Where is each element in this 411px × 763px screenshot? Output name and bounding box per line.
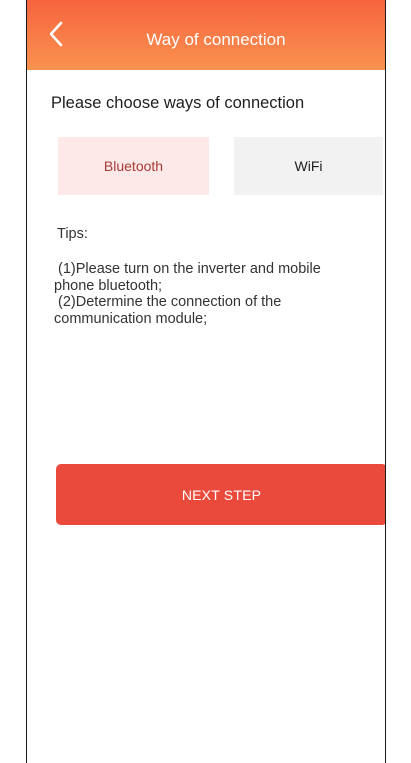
app-header: Way of connection	[27, 0, 385, 70]
tips-title: Tips:	[57, 226, 88, 242]
tip-item-1: (1)Please turn on the inverter and mobil…	[54, 261, 325, 294]
tip-item-2: (2)Determine the connection of the commu…	[54, 294, 286, 327]
wifi-option-label: WiFi	[294, 158, 323, 174]
next-step-label: NEXT STEP	[181, 486, 262, 503]
next-step-button[interactable]: NEXT STEP	[56, 464, 385, 525]
bluetooth-option-label: Bluetooth	[103, 158, 164, 174]
connection-heading: Please choose ways of connection	[51, 94, 305, 112]
page-title: Way of connection	[146, 30, 286, 49]
app-screen: Way of connection Please choose ways of …	[26, 0, 386, 763]
tips-list: (1)Please turn on the inverter and mobil…	[54, 261, 354, 327]
bluetooth-option-button[interactable]: Bluetooth	[58, 137, 209, 195]
wifi-option-button[interactable]: WiFi	[234, 137, 383, 195]
